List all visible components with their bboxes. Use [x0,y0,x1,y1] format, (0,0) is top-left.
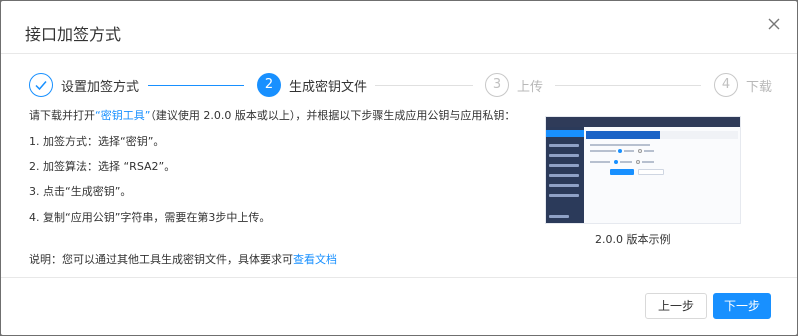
instruction-item: 3. 点击“生成密钥”。 [29,185,132,198]
dialog: 接口加签方式 设置加签方式 2 生成密钥文件 3 上传 4 下载 请下载并打开“… [1,1,797,335]
step-3-label: 上传 [517,80,544,95]
dialog-title: 接口加签方式 [25,25,122,44]
intro-suffix: （建议使用 2.0.0 版本或以上），并根据以下步骤生成应用公钥与应用私钥： [150,109,516,122]
check-icon [35,81,47,91]
close-icon[interactable] [765,15,783,33]
step-4-circle: 4 [714,73,738,97]
intro-text: 请下载并打开“密钥工具”（建议使用 2.0.0 版本或以上），并根据以下步骤生成… [29,107,515,123]
note-text: 说明：您可以通过其他工具生成密钥文件，具体要求可查看文档 [29,251,337,267]
preview-caption: 2.0.0 版本示例 [595,233,671,246]
step-1-label: 设置加签方式 [61,80,140,95]
prev-step-button[interactable]: 上一步 [645,293,707,319]
instruction-item: 2. 加签算法：选择 “RSA2”。 [29,160,176,173]
step-2-label: 生成密钥文件 [289,80,368,95]
step-4-label: 下载 [746,80,773,95]
step-3-circle: 3 [485,73,509,97]
step-3-connector [555,85,701,86]
tool-screenshot-image [545,116,741,224]
intro-prefix: 请下载并打开 [29,109,95,122]
key-tool-link[interactable]: “密钥工具” [95,109,150,122]
instruction-item: 4. 复制“应用公钥”字符串，需要在第3步中上传。 [29,211,271,224]
step-2-circle: 2 [257,73,281,97]
header-divider [1,53,797,54]
step-1-connector [148,85,244,86]
view-docs-link[interactable]: 查看文档 [293,253,337,266]
next-step-button[interactable]: 下一步 [713,293,771,319]
step-2-connector [375,85,473,86]
instruction-item: 1. 加签方式：选择“密钥”。 [29,135,165,148]
step-1-circle [29,73,53,97]
note-prefix: 说明：您可以通过其他工具生成密钥文件，具体要求可 [29,253,293,266]
footer-divider [1,277,797,278]
